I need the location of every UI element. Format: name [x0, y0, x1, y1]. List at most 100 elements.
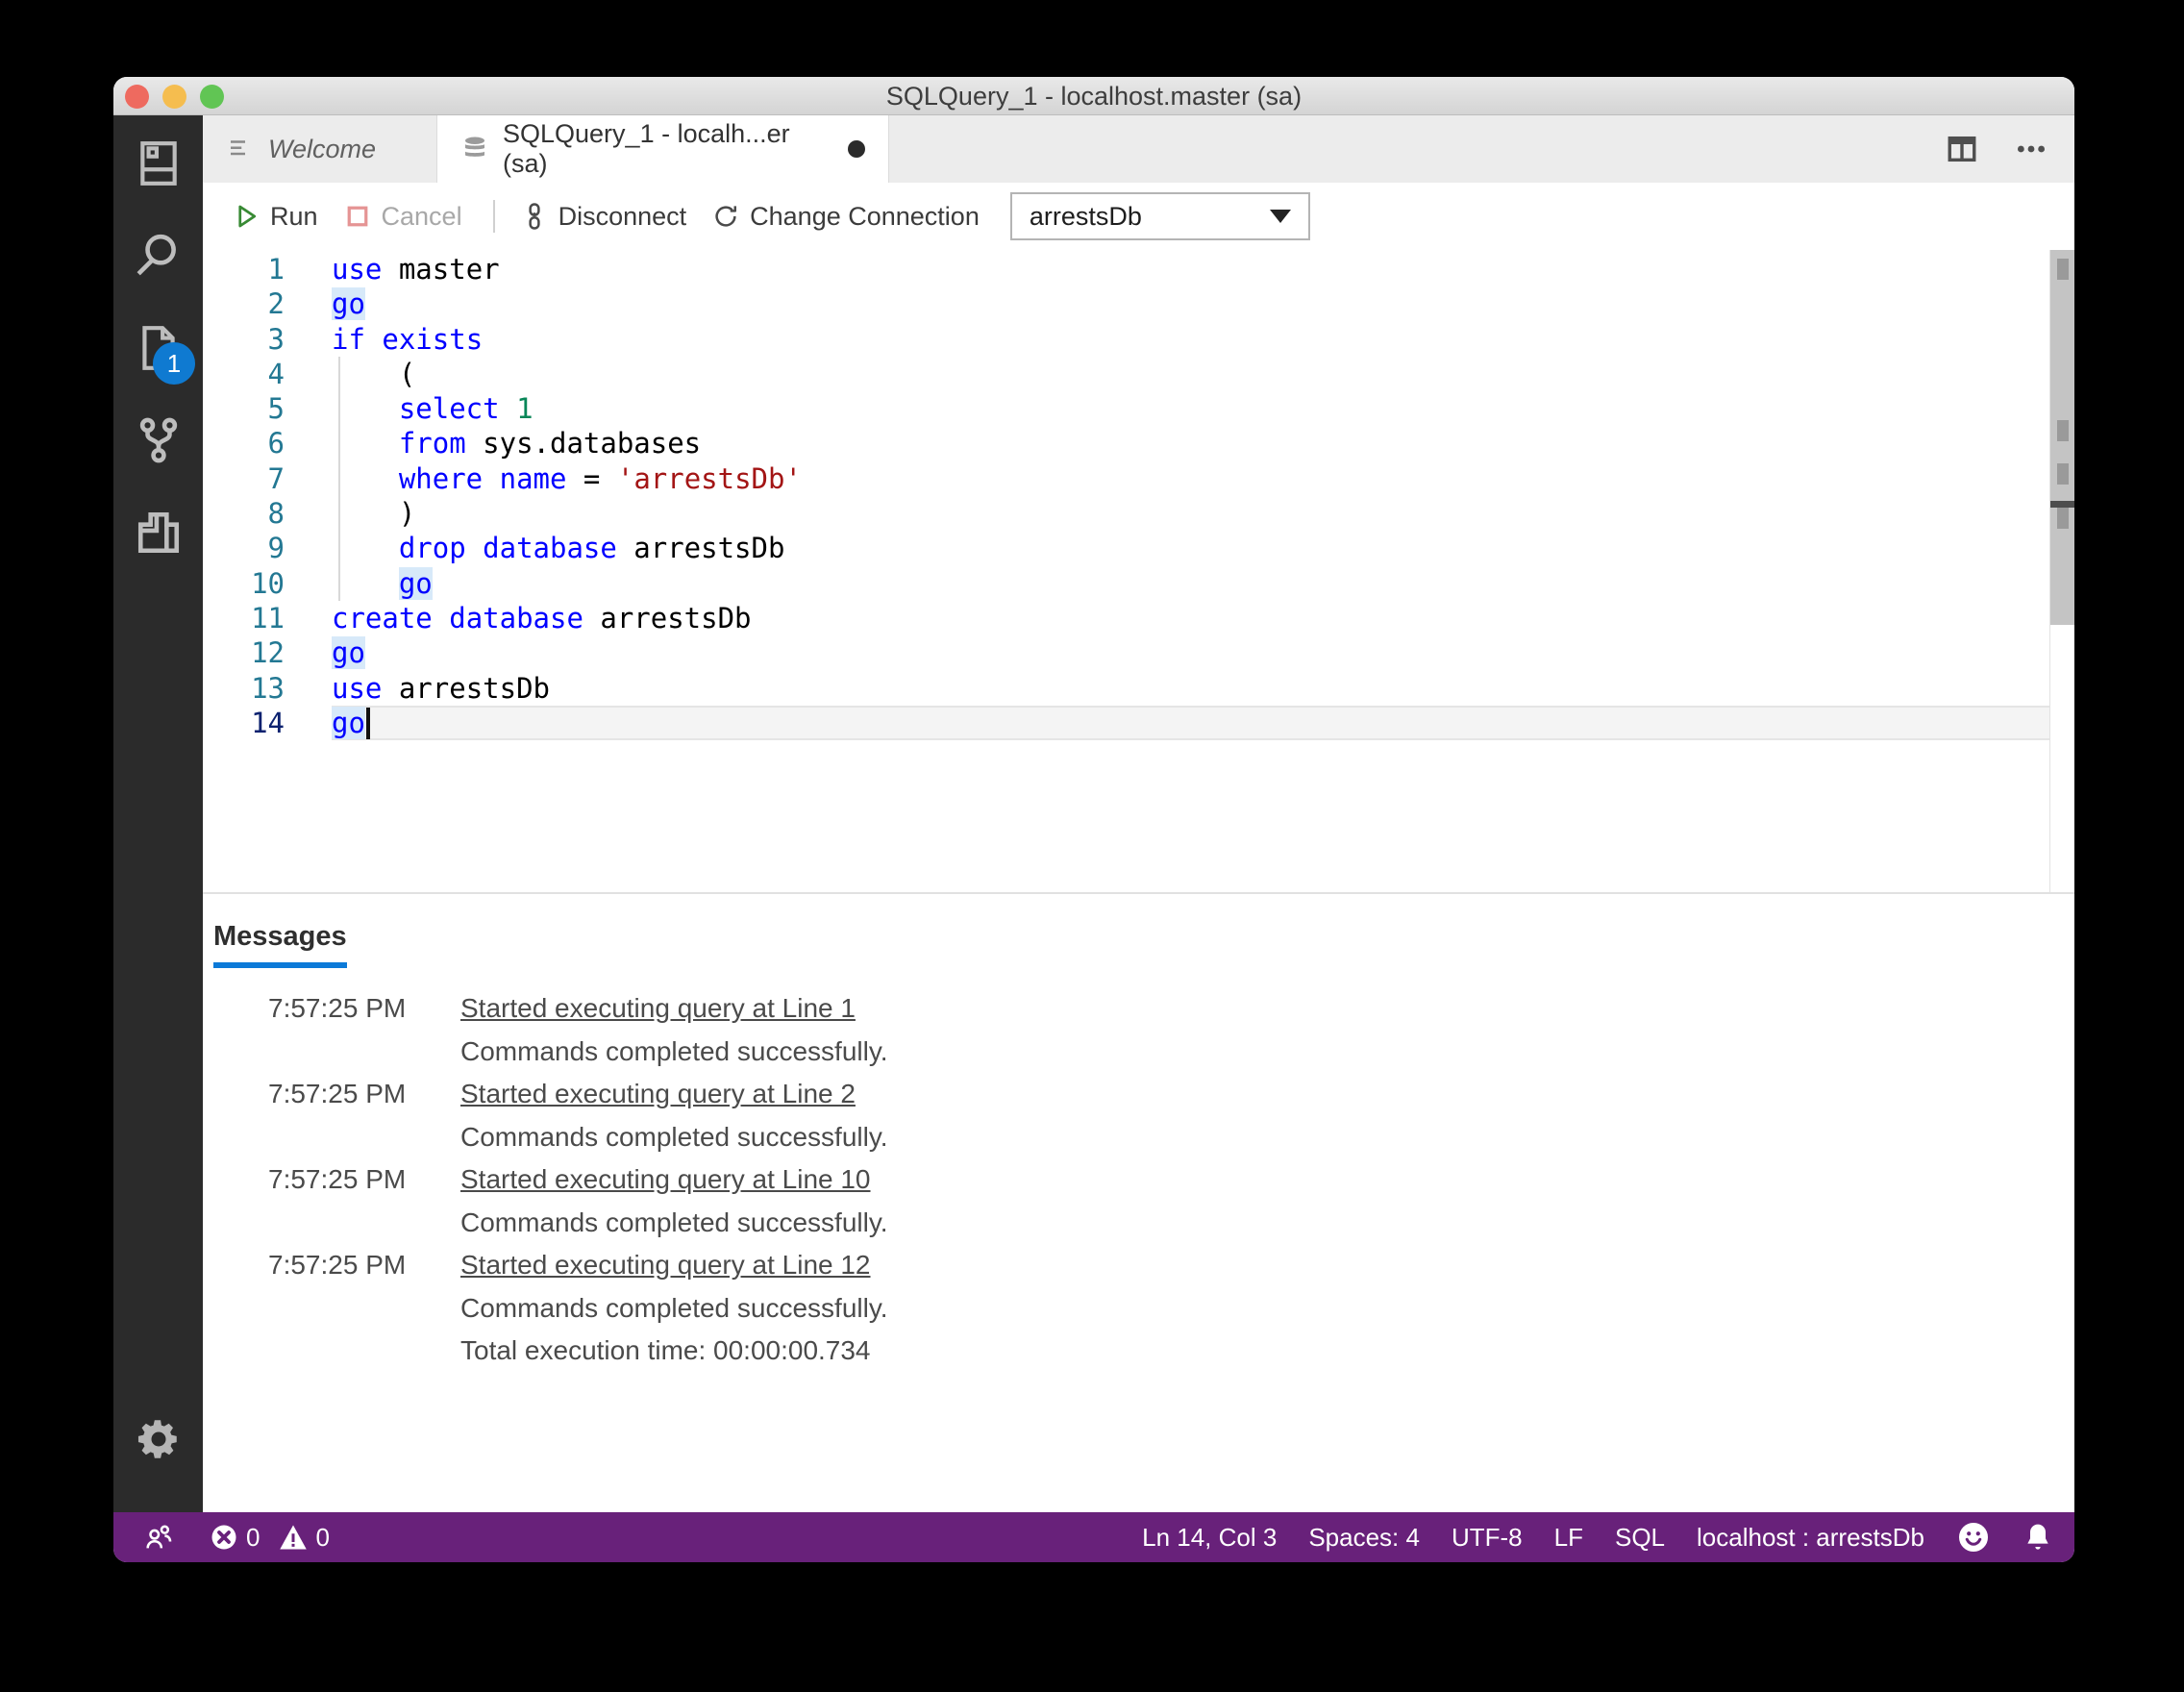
code-token: select: [398, 392, 500, 426]
code-line[interactable]: 13 use arrestsDb: [203, 671, 2074, 706]
message-time: 7:57:25 PM: [268, 1164, 407, 1195]
code-line[interactable]: 7 where name = 'arrestsDb': [203, 460, 2074, 497]
line-number: 11: [251, 601, 285, 634]
problems-indicator[interactable]: 0 0: [210, 1523, 330, 1553]
code-line[interactable]: 5 select 1: [203, 391, 2074, 427]
code-token: =: [566, 461, 617, 495]
occurrence-mark: [2057, 259, 2069, 280]
code-editor[interactable]: 1 use master 2 go 3 if exists 4 (5 select 16 f…: [203, 250, 2074, 892]
line-number: 9: [267, 532, 285, 565]
line-number: 1: [267, 253, 285, 286]
code-text: use arrestsDb: [332, 671, 2049, 706]
message-row: Commands completed successfully.: [203, 1116, 2074, 1159]
code-line[interactable]: 11 create database arrestsDb: [203, 601, 2074, 635]
message-link[interactable]: Started executing query at Line 12: [460, 1250, 871, 1281]
titlebar: SQLQuery_1 - localhost.master (sa): [113, 77, 2074, 115]
run-button[interactable]: Run: [232, 202, 318, 232]
message-link[interactable]: Started executing query at Line 2: [460, 1079, 856, 1109]
code-line[interactable]: 9 drop database arrestsDb: [203, 531, 2074, 566]
code-line[interactable]: 8 ): [203, 496, 2074, 532]
message-link[interactable]: Started executing query at Line 10: [460, 1164, 871, 1195]
status-eol[interactable]: LF: [1554, 1523, 1583, 1553]
chevron-down-icon: [1269, 210, 1291, 223]
warning-icon: [279, 1523, 308, 1552]
dirty-indicator: [848, 140, 865, 158]
code-token: exists: [382, 322, 484, 356]
code-text: go: [332, 705, 2049, 741]
tab-label: Welcome: [268, 134, 377, 163]
tab-messages[interactable]: Messages: [213, 921, 347, 968]
sidebar-item-connections[interactable]: [113, 119, 203, 212]
status-encoding[interactable]: UTF-8: [1452, 1523, 1523, 1553]
status-connection[interactable]: localhost : arrestsDb: [1697, 1523, 1924, 1553]
code-token: go: [332, 706, 365, 739]
current-line-mark: [2050, 501, 2074, 508]
close-button[interactable]: [125, 85, 149, 109]
message-link[interactable]: Started executing query at Line 1: [460, 993, 856, 1024]
play-icon: [232, 202, 261, 231]
messages-panel: Messages 7:57:25 PM Started executing que…: [203, 894, 2074, 1512]
feedback-smiley-icon[interactable]: [1956, 1520, 1991, 1555]
code-token: name: [499, 461, 567, 495]
code-text: if exists: [332, 322, 2049, 357]
status-language[interactable]: SQL: [1615, 1523, 1665, 1553]
database-dropdown[interactable]: arrestsDb: [1009, 192, 1310, 240]
change-connection-icon: [711, 202, 740, 231]
maximize-button[interactable]: [200, 85, 224, 109]
accounts-icon[interactable]: [142, 1521, 175, 1554]
message-text: Commands completed successfully.: [460, 1292, 888, 1323]
code-line[interactable]: 2 go: [203, 286, 2074, 321]
code-line[interactable]: 3 if exists: [203, 322, 2074, 357]
code-token: 1: [516, 392, 534, 426]
tab-sqlquery[interactable]: SQLQuery_1 - localh...er (sa): [437, 115, 889, 183]
tab-welcome[interactable]: Welcome: [203, 115, 437, 183]
more-actions-icon[interactable]: [2015, 133, 2048, 165]
code-token: sys.databases: [465, 427, 702, 460]
notifications-bell-icon[interactable]: [2023, 1522, 2053, 1553]
sidebar-item-notebooks[interactable]: 1: [113, 304, 203, 396]
line-number: 6: [267, 427, 285, 460]
disconnect-button[interactable]: Disconnect: [520, 202, 686, 232]
sidebar-item-search[interactable]: [113, 212, 203, 304]
code-text: (: [332, 356, 2049, 392]
message-rows: 7:57:25 PM Started executing query at Lin…: [203, 987, 2074, 1373]
activity-bar: 1: [113, 115, 203, 1512]
code-token: if: [332, 322, 365, 356]
line-number: 13: [251, 671, 285, 705]
gear-icon: [135, 1415, 183, 1468]
settings-button[interactable]: [113, 1395, 203, 1487]
minimize-button[interactable]: [162, 85, 186, 109]
code-text: create database arrestsDb: [332, 601, 2049, 635]
line-number: 12: [251, 636, 285, 670]
message-text: Commands completed successfully.: [460, 1207, 888, 1237]
code-token: go: [398, 566, 433, 600]
sidebar-item-source-control[interactable]: [113, 396, 203, 488]
code-line[interactable]: 4 (: [203, 356, 2074, 392]
sidebar-item-extensions[interactable]: [113, 488, 203, 581]
status-cursor-position[interactable]: Ln 14, Col 3: [1142, 1523, 1277, 1553]
code-line[interactable]: 1 use master: [203, 252, 2074, 286]
status-indentation[interactable]: Spaces: 4: [1308, 1523, 1420, 1553]
line-number: 14: [251, 706, 285, 739]
message-row: Commands completed successfully.: [203, 1202, 2074, 1245]
code-line[interactable]: 6 from sys.databases: [203, 426, 2074, 462]
line-number: 8: [267, 497, 285, 531]
overview-ruler[interactable]: [2049, 250, 2074, 892]
line-number: 4: [267, 357, 285, 390]
code-token: 'arrestsDb': [616, 461, 802, 495]
message-row: Commands completed successfully.: [203, 1287, 2074, 1331]
code-line[interactable]: 12 go: [203, 635, 2074, 670]
message-text: Commands completed successfully.: [460, 1035, 888, 1066]
change-connection-button[interactable]: Change Connection: [711, 202, 980, 232]
cancel-button[interactable]: Cancel: [343, 202, 462, 232]
code-line[interactable]: 14 go: [203, 705, 2074, 741]
tab-bar: Welcome SQLQuery_1 - localh...er (sa): [203, 115, 2074, 183]
split-editor-icon[interactable]: [1946, 133, 1978, 165]
code-line[interactable]: 10 go: [203, 565, 2074, 602]
badge: 1: [153, 342, 195, 385]
code-token: create: [332, 601, 433, 634]
